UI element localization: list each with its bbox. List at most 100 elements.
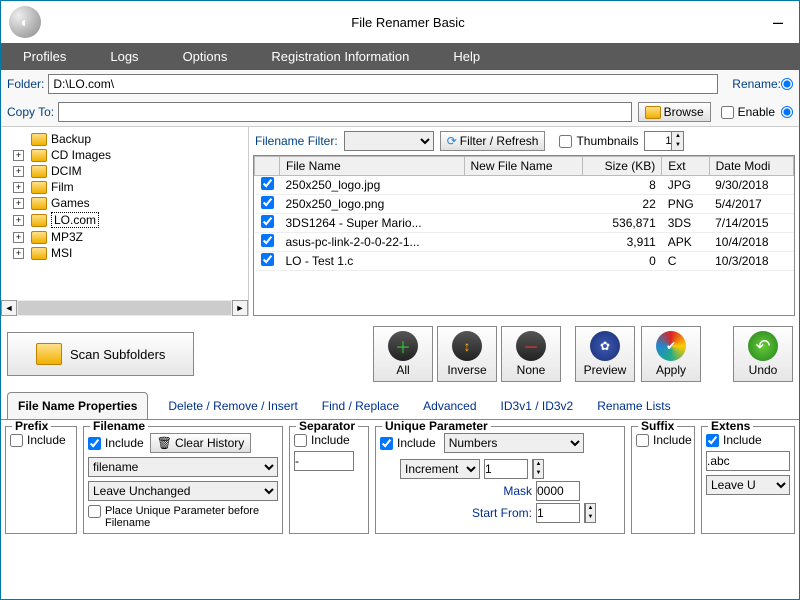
scroll-right-icon[interactable]: ► bbox=[232, 300, 248, 316]
tree-item[interactable]: +CD Images bbox=[31, 147, 248, 163]
col-filename[interactable]: File Name bbox=[280, 157, 465, 176]
filter-refresh-button[interactable]: ⟳ Filter / Refresh bbox=[440, 131, 546, 151]
tree-item[interactable]: +LO.com bbox=[31, 211, 248, 229]
startfrom-input[interactable] bbox=[536, 503, 580, 523]
ext-case-combo[interactable]: Leave U bbox=[706, 475, 790, 495]
unique-param-group: Unique Parameter Include Numbers Increme… bbox=[375, 426, 625, 534]
filename-source-combo[interactable]: filename bbox=[88, 457, 278, 477]
rename-radio[interactable] bbox=[781, 78, 793, 90]
folder-icon bbox=[31, 181, 47, 194]
scan-subfolders-button[interactable]: Scan Subfolders bbox=[7, 332, 194, 376]
expander-icon[interactable]: + bbox=[13, 198, 24, 209]
thumbnail-count-spinner[interactable]: ▲▼ bbox=[644, 131, 684, 151]
separator-include[interactable] bbox=[294, 434, 307, 447]
file-grid[interactable]: File Name New File Name Size (KB) Ext Da… bbox=[253, 155, 795, 316]
tab-id3[interactable]: ID3v1 / ID3v2 bbox=[497, 393, 578, 419]
expander-icon[interactable]: + bbox=[13, 215, 24, 226]
suffix-include[interactable] bbox=[636, 434, 649, 447]
table-row[interactable]: asus-pc-link-2-0-0-22-1...3,911APK10/4/2… bbox=[255, 233, 794, 252]
folder-icon bbox=[31, 133, 47, 146]
row-checkbox[interactable] bbox=[261, 253, 274, 266]
mask-input[interactable] bbox=[536, 481, 580, 501]
startfrom-label: Start From: bbox=[472, 506, 532, 520]
minimize-button[interactable]: – bbox=[765, 12, 791, 33]
separator-group: Separator Include bbox=[289, 426, 369, 534]
apply-button[interactable]: ✔Apply bbox=[641, 326, 701, 382]
tree-item[interactable]: +Film bbox=[31, 179, 248, 195]
expander-icon[interactable]: + bbox=[13, 166, 24, 177]
menu-help[interactable]: Help bbox=[431, 49, 502, 64]
expander-icon[interactable]: + bbox=[13, 232, 24, 243]
copy-radio[interactable] bbox=[781, 106, 793, 118]
select-none-icon: － bbox=[516, 331, 546, 361]
undo-button[interactable]: ↶Undo bbox=[733, 326, 793, 382]
table-row[interactable]: 250x250_logo.png22PNG5/4/2017 bbox=[255, 195, 794, 214]
menu-logs[interactable]: Logs bbox=[88, 49, 160, 64]
folder-icon bbox=[31, 247, 47, 260]
table-row[interactable]: LO - Test 1.c0C10/3/2018 bbox=[255, 252, 794, 271]
row-checkbox[interactable] bbox=[261, 215, 274, 228]
expander-icon[interactable]: + bbox=[13, 150, 24, 161]
tree-item[interactable]: +DCIM bbox=[31, 163, 248, 179]
col-size[interactable]: Size (KB) bbox=[582, 157, 661, 176]
select-all-button[interactable]: ＋All bbox=[373, 326, 433, 382]
increment-value[interactable] bbox=[484, 459, 528, 479]
enable-checkbox[interactable] bbox=[721, 106, 734, 119]
expander-icon[interactable]: + bbox=[13, 248, 24, 259]
filename-include[interactable] bbox=[88, 437, 101, 450]
col-ext[interactable]: Ext bbox=[662, 157, 709, 176]
menu-registration[interactable]: Registration Information bbox=[249, 49, 431, 64]
ext-include[interactable] bbox=[706, 434, 719, 447]
spin-down-icon[interactable]: ▼ bbox=[671, 141, 683, 150]
table-row[interactable]: 250x250_logo.jpg8JPG9/30/2018 bbox=[255, 176, 794, 195]
spin-up-icon[interactable]: ▲ bbox=[671, 132, 683, 141]
tab-filename-props[interactable]: File Name Properties bbox=[7, 392, 148, 419]
filter-combo[interactable] bbox=[344, 131, 434, 151]
separator-input[interactable] bbox=[294, 451, 354, 471]
row-checkbox[interactable] bbox=[261, 196, 274, 209]
row-checkbox[interactable] bbox=[261, 234, 274, 247]
folder-icon bbox=[31, 149, 47, 162]
copyto-label: Copy To: bbox=[7, 105, 54, 119]
unique-mode-combo[interactable]: Increment bbox=[400, 459, 480, 479]
col-newname[interactable]: New File Name bbox=[464, 157, 582, 176]
scroll-left-icon[interactable]: ◄ bbox=[1, 300, 17, 316]
browse-button[interactable]: Browse bbox=[638, 102, 711, 122]
thumbnails-checkbox[interactable] bbox=[559, 135, 572, 148]
expander-icon[interactable]: + bbox=[13, 182, 24, 193]
table-row[interactable]: 3DS1264 - Super Mario...536,8713DS7/14/2… bbox=[255, 214, 794, 233]
unique-type-combo[interactable]: Numbers bbox=[444, 433, 584, 453]
select-none-button[interactable]: －None bbox=[501, 326, 561, 382]
titlebar: ◐ File Renamer Basic – bbox=[1, 1, 799, 43]
apply-icon: ✔ bbox=[656, 331, 686, 361]
select-inverse-button[interactable]: ↕Inverse bbox=[437, 326, 497, 382]
select-inverse-icon: ↕ bbox=[452, 331, 482, 361]
menu-options[interactable]: Options bbox=[161, 49, 250, 64]
folder-path-input[interactable] bbox=[48, 74, 718, 94]
tree-item[interactable]: +MSI bbox=[31, 245, 248, 261]
select-all-icon: ＋ bbox=[388, 331, 418, 361]
menu-profiles[interactable]: Profiles bbox=[1, 49, 88, 64]
tab-delete[interactable]: Delete / Remove / Insert bbox=[164, 393, 301, 419]
tab-find[interactable]: Find / Replace bbox=[318, 393, 403, 419]
tree-item[interactable]: +Games bbox=[31, 195, 248, 211]
tree-item[interactable]: +MP3Z bbox=[31, 229, 248, 245]
tab-rename-lists[interactable]: Rename Lists bbox=[593, 393, 674, 419]
ext-value[interactable] bbox=[706, 451, 790, 471]
tree-item[interactable]: Backup bbox=[31, 131, 248, 147]
filename-case-combo[interactable]: Leave Unchanged bbox=[88, 481, 278, 501]
prefix-include[interactable] bbox=[10, 434, 23, 447]
row-checkbox[interactable] bbox=[261, 177, 274, 190]
unique-include[interactable] bbox=[380, 437, 393, 450]
folder-tree[interactable]: Backup+CD Images+DCIM+Film+Games+LO.com+… bbox=[1, 127, 249, 316]
preview-button[interactable]: ✿Preview bbox=[575, 326, 635, 382]
tab-advanced[interactable]: Advanced bbox=[419, 393, 480, 419]
undo-icon: ↶ bbox=[748, 331, 778, 361]
copyto-input[interactable] bbox=[58, 102, 631, 122]
place-unique-before[interactable] bbox=[88, 505, 101, 518]
filter-label: Filename Filter: bbox=[255, 134, 338, 148]
col-date[interactable]: Date Modi bbox=[709, 157, 793, 176]
folder-scan-icon bbox=[36, 343, 62, 365]
tree-scrollbar[interactable]: ◄ ► bbox=[1, 300, 248, 316]
clear-history-button[interactable]: 🗑Clear History bbox=[150, 433, 252, 453]
